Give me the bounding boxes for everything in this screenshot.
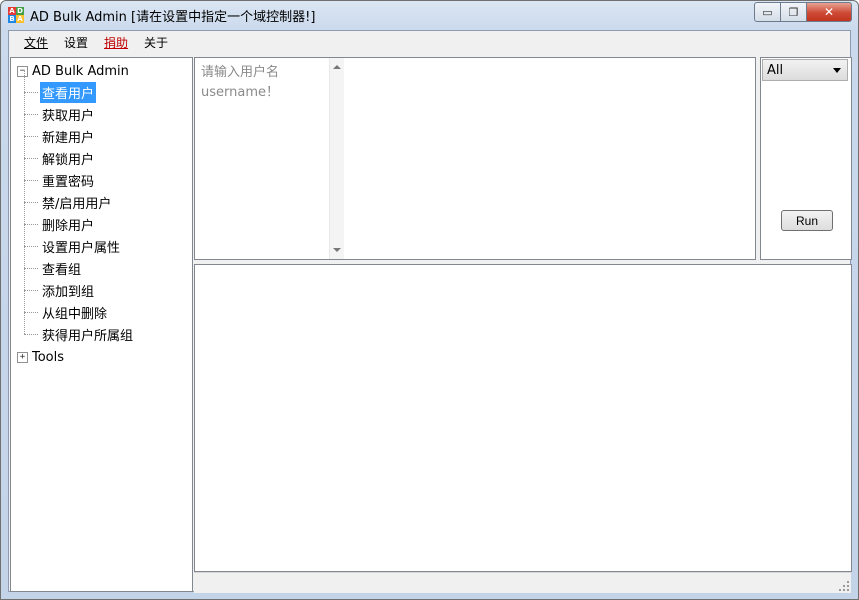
expand-icon[interactable]: + bbox=[17, 351, 28, 363]
tree-item[interactable]: 查看用户 bbox=[24, 81, 135, 103]
close-button[interactable]: ✕ bbox=[807, 2, 852, 22]
input-panel: 请输入用户名 username！ bbox=[194, 57, 756, 260]
app-icon: A D B A bbox=[8, 7, 24, 23]
tree-item[interactable]: 从组中删除 bbox=[24, 301, 135, 323]
tree-item-label[interactable]: 获取用户 bbox=[40, 104, 96, 125]
menu-bar: 文件 设置 捐助 关于 bbox=[9, 31, 850, 55]
tree-branch-line bbox=[24, 289, 38, 291]
output-area[interactable] bbox=[194, 264, 852, 572]
options-panel: All Run bbox=[760, 57, 852, 260]
tree-item-label[interactable]: 设置用户属性 bbox=[40, 236, 122, 257]
app-icon-letter: D bbox=[16, 7, 24, 15]
close-icon: ✕ bbox=[823, 5, 835, 19]
tree-branch-line bbox=[24, 223, 38, 225]
app-window: A D B A AD Bulk Admin [请在设置中指定一个域控制器!] ▭… bbox=[0, 0, 859, 600]
tree-children: 查看用户 获取用户 新建用户 解锁用户 重置密码 禁/启用用户 删除用户 设置用户属性 查看组添… bbox=[24, 71, 135, 345]
tree-branch-line bbox=[24, 245, 38, 247]
tree-branch-line bbox=[24, 267, 38, 269]
scroll-down-icon[interactable] bbox=[333, 248, 341, 252]
tree-item[interactable]: 添加到组 bbox=[24, 279, 135, 301]
chevron-down-icon bbox=[833, 68, 841, 73]
tree-tools-label[interactable]: Tools bbox=[32, 350, 64, 365]
tree-item-label[interactable]: 获得用户所属组 bbox=[40, 324, 135, 345]
tree-item-label[interactable]: 重置密码 bbox=[40, 170, 96, 191]
window-controls: ▭ ❐ ✕ bbox=[754, 2, 852, 22]
scroll-up-icon[interactable] bbox=[333, 65, 341, 69]
tree-item-label[interactable]: 添加到组 bbox=[40, 280, 96, 301]
tree-item-label[interactable]: 新建用户 bbox=[40, 126, 96, 147]
tree-node-root[interactable]: − AD Bulk Admin bbox=[17, 62, 129, 80]
tree-branch-line bbox=[24, 179, 38, 181]
tree-item[interactable]: 获得用户所属组 bbox=[24, 323, 135, 345]
tree-item[interactable]: 解锁用户 bbox=[24, 147, 135, 169]
tree-branch-line bbox=[24, 157, 38, 159]
app-icon-letter: A bbox=[16, 15, 24, 23]
tree-branch-line bbox=[24, 201, 38, 203]
collapse-icon[interactable]: − bbox=[17, 65, 28, 77]
menu-donate[interactable]: 捐助 bbox=[97, 33, 135, 53]
navigation-tree: − AD Bulk Admin 查看用户 获取用户 新建用户 解锁用户 重置密码 禁/启用… bbox=[10, 57, 193, 592]
tree-branch-line bbox=[24, 113, 38, 115]
tree-item-label[interactable]: 查看用户 bbox=[40, 81, 97, 103]
window-title: AD Bulk Admin [请在设置中指定一个域控制器!] bbox=[30, 10, 316, 25]
tree-node-tools[interactable]: + Tools bbox=[17, 348, 64, 366]
menu-settings[interactable]: 设置 bbox=[57, 33, 95, 53]
app-icon-letter: A bbox=[8, 7, 16, 15]
tree-item-label[interactable]: 从组中删除 bbox=[40, 302, 109, 323]
tree-item[interactable]: 设置用户属性 bbox=[24, 235, 135, 257]
tree-item-label[interactable]: 查看组 bbox=[40, 258, 83, 279]
filter-selected-value: All bbox=[767, 62, 784, 78]
filter-dropdown[interactable]: All bbox=[762, 59, 848, 81]
resize-grip-icon[interactable] bbox=[838, 580, 849, 591]
menu-file[interactable]: 文件 bbox=[17, 33, 55, 53]
tree-branch-line bbox=[24, 135, 38, 137]
tree-branch-line bbox=[24, 311, 38, 313]
tree-root-label[interactable]: AD Bulk Admin bbox=[32, 64, 129, 79]
maximize-button[interactable]: ❐ bbox=[781, 2, 807, 22]
minimize-button[interactable]: ▭ bbox=[754, 2, 781, 22]
tree-branch-line bbox=[24, 333, 38, 335]
tree-item-label[interactable]: 解锁用户 bbox=[40, 148, 96, 169]
menu-about[interactable]: 关于 bbox=[137, 33, 175, 53]
tree-item-label[interactable]: 禁/启用用户 bbox=[40, 192, 113, 213]
username-input[interactable]: 请输入用户名 username！ bbox=[195, 58, 344, 259]
username-placeholder: 请输入用户名 username！ bbox=[201, 65, 280, 100]
app-icon-letter: B bbox=[8, 15, 16, 23]
input-scrollbar[interactable] bbox=[329, 58, 344, 259]
run-button[interactable]: Run bbox=[781, 210, 833, 231]
tree-item[interactable]: 重置密码 bbox=[24, 169, 135, 191]
tree-item-label[interactable]: 删除用户 bbox=[40, 214, 96, 235]
minimize-icon: ▭ bbox=[762, 5, 773, 19]
tree-branch-line bbox=[24, 91, 38, 93]
tree-item[interactable]: 获取用户 bbox=[24, 103, 135, 125]
maximize-icon: ❐ bbox=[788, 5, 799, 19]
tree-item[interactable]: 删除用户 bbox=[24, 213, 135, 235]
tree-item[interactable]: 禁/启用用户 bbox=[24, 191, 135, 213]
tree-item[interactable]: 查看组 bbox=[24, 257, 135, 279]
status-bar bbox=[194, 572, 851, 593]
tree-item[interactable]: 新建用户 bbox=[24, 125, 135, 147]
title-bar[interactable]: A D B A AD Bulk Admin [请在设置中指定一个域控制器!] ▭… bbox=[1, 1, 858, 29]
client-area: 文件 设置 捐助 关于 − AD Bulk Admin 查看用户 获取用户 新建用户… bbox=[8, 30, 852, 593]
